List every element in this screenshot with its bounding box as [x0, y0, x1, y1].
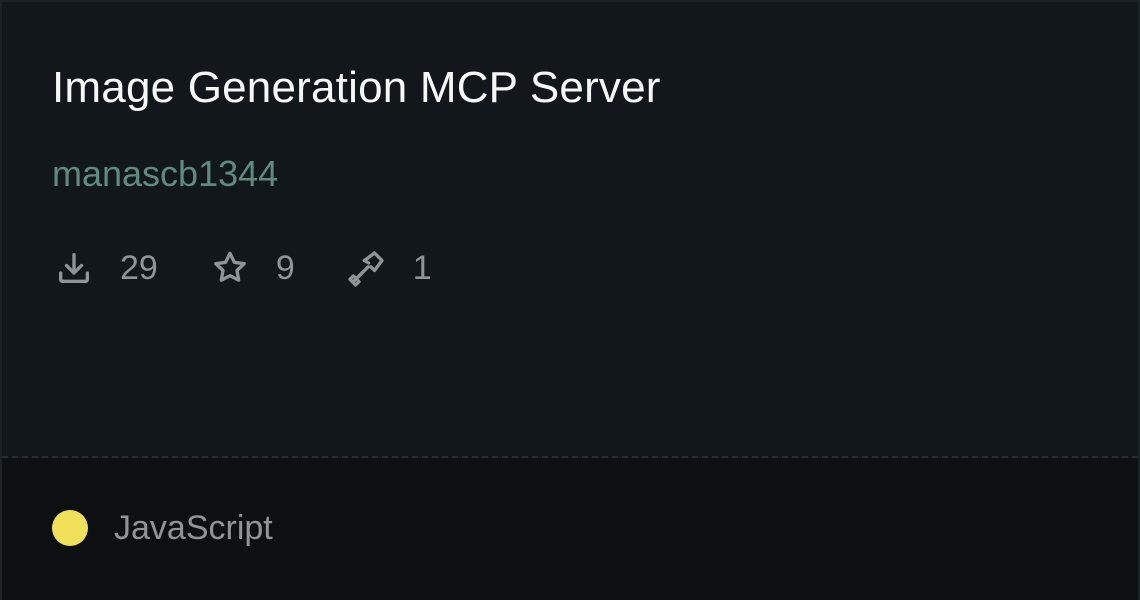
downloads-count: 29 — [120, 249, 158, 287]
star-icon — [208, 246, 252, 290]
language-indicator: JavaScript — [52, 506, 273, 550]
server-card[interactable]: Image Generation MCP Server manascb1344 … — [0, 0, 1140, 600]
download-icon — [52, 246, 96, 290]
stars-count: 9 — [275, 249, 295, 287]
tools-stat: 1 — [345, 246, 432, 290]
stats-row: 29 9 1 — [52, 246, 432, 290]
downloads-stat: 29 — [52, 246, 158, 290]
server-title[interactable]: Image Generation MCP Server — [52, 60, 661, 116]
language-color-dot — [52, 510, 88, 546]
stars-stat: 9 — [208, 246, 295, 290]
author-link[interactable]: manascb1344 — [52, 152, 278, 196]
language-name: JavaScript — [114, 509, 273, 547]
hammer-icon — [345, 246, 389, 290]
tools-count: 1 — [412, 249, 432, 287]
